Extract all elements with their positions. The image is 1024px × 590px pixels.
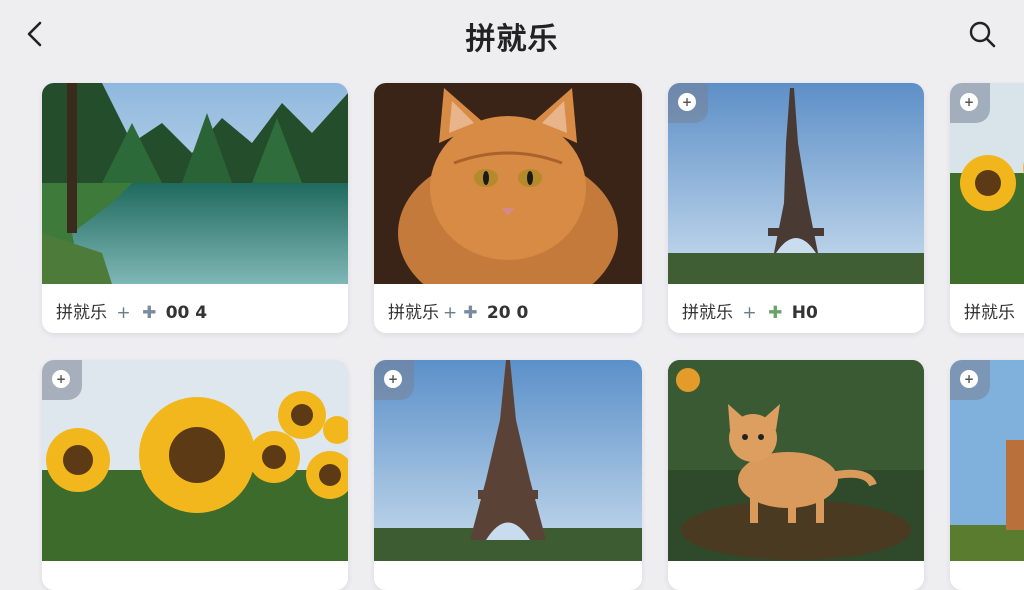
puzzle-card[interactable]: + — [950, 360, 1024, 590]
card-caption: 拼就乐 — [964, 303, 1015, 323]
puzzle-badge: + — [374, 360, 414, 400]
puzzle-card[interactable]: + — [42, 360, 348, 590]
forest-lake-image — [42, 83, 348, 284]
search-icon — [969, 21, 996, 48]
puzzle-card[interactable]: + 拼就乐 — [950, 83, 1024, 333]
puzzle-piece-icon: ✚ — [768, 303, 783, 323]
puzzle-piece-icon: ✚ — [142, 303, 157, 323]
puzzle-card[interactable]: + — [374, 360, 642, 590]
puzzle-badge: + — [950, 83, 990, 123]
card-caption: 拼就乐 + ✚ H0 — [682, 303, 818, 323]
puzzle-piece-icon: + — [384, 370, 402, 388]
puzzle-badge: + — [42, 360, 82, 400]
puzzle-badge: + — [950, 360, 990, 400]
eiffel-tower-image — [374, 360, 642, 561]
puzzle-card[interactable]: + 拼就乐 + ✚ H0 — [668, 83, 924, 333]
puzzle-badge: + — [668, 83, 708, 123]
search-button[interactable] — [966, 18, 998, 50]
puzzle-card[interactable]: 拼就乐 + ✚ 20 0 — [374, 83, 642, 333]
sunflowers-image — [42, 360, 348, 561]
puzzle-card[interactable]: 拼就乐 + ✚ 00 4 — [42, 83, 348, 333]
puzzle-piece-icon: ✚ — [463, 303, 478, 323]
puzzle-piece-icon: + — [52, 370, 70, 388]
card-caption: 拼就乐 + ✚ 20 0 — [388, 303, 529, 323]
puzzle-piece-icon: + — [960, 93, 978, 111]
page-title: 拼就乐 — [465, 22, 559, 57]
puzzle-piece-icon: + — [960, 370, 978, 388]
puzzle-piece-icon: + — [678, 93, 696, 111]
card-caption: 拼就乐 + ✚ 00 4 — [56, 303, 208, 323]
puzzle-card[interactable] — [668, 360, 924, 590]
orange-cat-image — [374, 83, 642, 284]
header-bar: 拼就乐 — [0, 0, 1024, 70]
kitten-image — [668, 360, 924, 561]
